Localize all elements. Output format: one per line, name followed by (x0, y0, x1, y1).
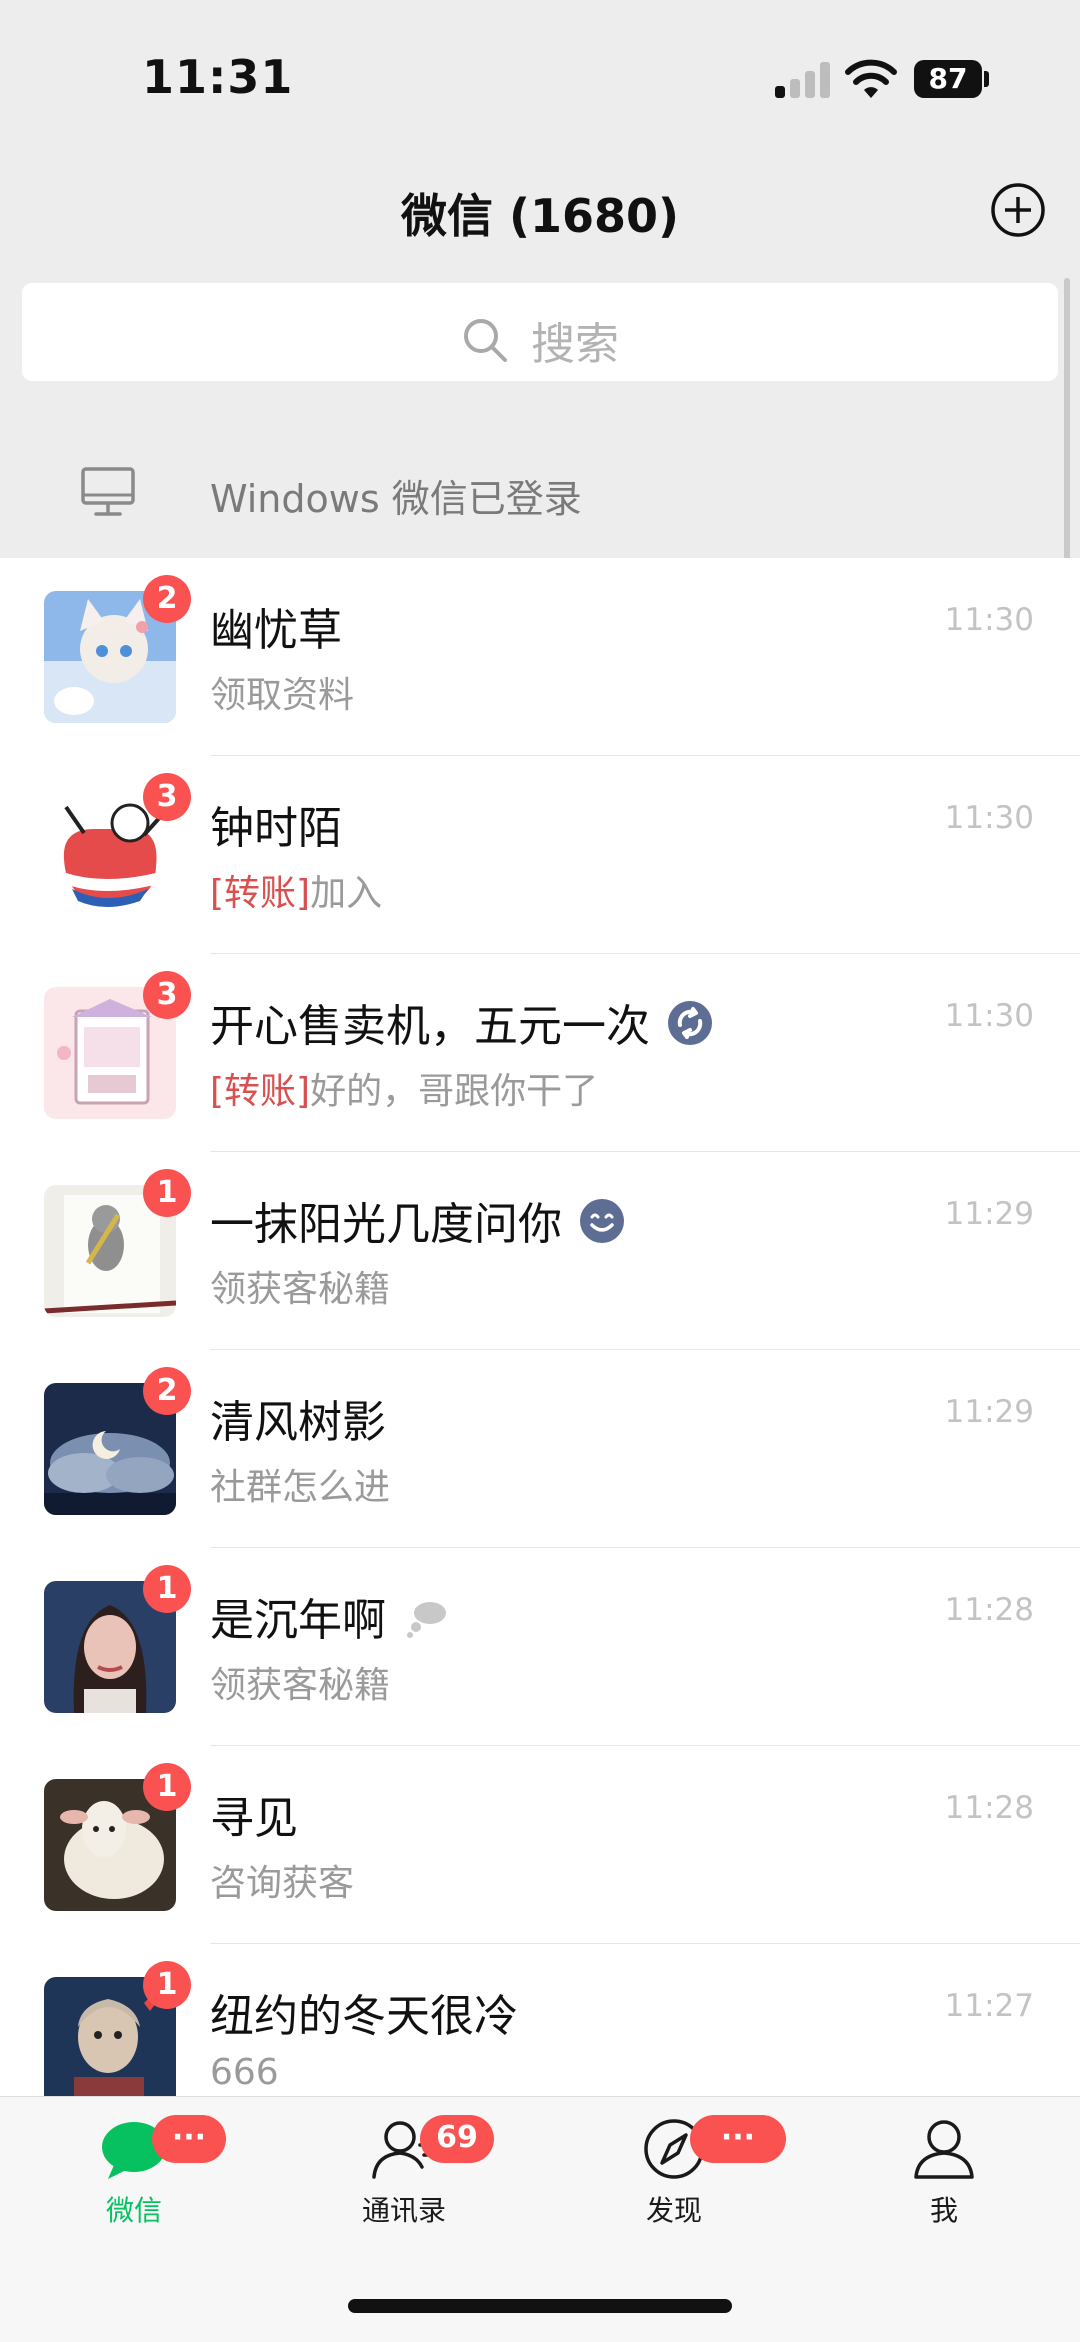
tab-me[interactable]: 我 (844, 2117, 1044, 2257)
chat-time: 11:30 (944, 998, 1034, 1034)
tab-contacts[interactable]: 通讯录 69 (304, 2115, 504, 2257)
chat-name: 寻见 (210, 1793, 298, 1844)
tab-discover[interactable]: 发现 ··· (574, 2115, 786, 2257)
chat-preview: [转账]加入 (210, 864, 382, 916)
chat-preview: 咨询获客 (210, 1854, 354, 1906)
chat-name: 一抹阳光几度问你 (210, 1188, 626, 1252)
chat-name: 是沉年啊 (210, 1584, 450, 1648)
chat-name-text: 开心售卖机，五元一次 (210, 1001, 650, 1052)
desktop-login-notice[interactable]: Windows 微信已登录 (0, 430, 1080, 558)
preview-text: 666 (210, 2052, 279, 2093)
transfer-tag: [转账] (210, 873, 311, 914)
refresh-badge-icon (668, 1001, 712, 1045)
thought-cloud-icon (407, 1602, 446, 1638)
smile-emoji-icon (580, 1199, 624, 1243)
chat-time: 11:27 (944, 1988, 1034, 2024)
search-placeholder: 搜索 (531, 319, 619, 370)
chat-name: 清风树影 (210, 1397, 386, 1448)
chat-time: 11:30 (944, 602, 1034, 638)
chat-row[interactable]: 1 寻见 咨询获客 11:28 (0, 1746, 1080, 1944)
wifi-icon (845, 59, 897, 98)
unread-badge: 1 (143, 1961, 191, 2009)
unread-badge: 2 (143, 575, 191, 623)
chat-time: 11:29 (944, 1196, 1034, 1232)
tab-chats[interactable]: 微信 ··· (34, 2115, 234, 2257)
tab-badge: 69 (420, 2115, 494, 2163)
preview-text: 领获客秘籍 (210, 1665, 391, 1706)
chat-preview: 领获客秘籍 (210, 1260, 390, 1312)
chat-name-text: 是沉年啊 (210, 1595, 386, 1646)
chat-preview: 666 (210, 2052, 279, 2093)
tab-badge: ··· (690, 2115, 786, 2163)
chat-row[interactable]: 1 一抹阳光几度问你 领获客秘籍 11:29 (0, 1152, 1080, 1350)
preview-text: 社群怎么进 (210, 1467, 391, 1508)
transfer-tag: [转账] (210, 1071, 311, 1112)
unread-badge: 1 (143, 1565, 191, 1613)
preview-text: 领取资料 (210, 675, 355, 716)
page-title: 微信 (1680) (400, 189, 680, 243)
signal-icon (775, 62, 831, 98)
tab-label: 发现 (645, 2194, 702, 2227)
chat-name: 钟时陌 (210, 803, 342, 854)
person-icon (914, 2120, 974, 2179)
chat-name-text: 一抹阳光几度问你 (210, 1199, 562, 1250)
chat-preview: [转账]好的，哥跟你干了 (210, 1062, 598, 1114)
search-icon (464, 319, 507, 362)
status-time: 11:31 (142, 50, 294, 104)
chat-name: 开心售卖机，五元一次 (210, 990, 714, 1054)
chat-time: 11:29 (944, 1394, 1034, 1430)
chat-row[interactable]: 2 幽忧草 领取资料 11:30 (0, 558, 1080, 756)
chat-name: 纽约的冬天很冷 (210, 1991, 518, 2042)
chat-time: 11:28 (944, 1592, 1034, 1628)
nav-bar: 微信 (1680) (0, 160, 1080, 260)
chat-name: 幽忧草 (210, 605, 342, 656)
add-circle-icon[interactable] (990, 182, 1046, 238)
desktop-computer-icon (81, 467, 135, 516)
unread-badge: 3 (143, 971, 191, 1019)
search-bar[interactable]: 搜索 (22, 283, 1058, 381)
chat-row[interactable]: 2 清风树影 社群怎么进 11:29 (0, 1350, 1080, 1548)
chat-row[interactable]: 3 开心售卖机，五元一次 [转账]好的，哥跟你干了 11:30 (0, 954, 1080, 1152)
chat-row[interactable]: 1 纽约的冬天很冷 666 11:27 (0, 1944, 1080, 2096)
battery-tip (984, 71, 989, 87)
preview-text: 咨询获客 (210, 1863, 355, 1904)
chat-list: 2 幽忧草 领取资料 11:30 3 钟时陌 [转账]加入 11:30 3 开心… (0, 558, 1080, 2096)
battery-indicator: 87 (914, 60, 982, 98)
preview-text: 加入 (310, 873, 383, 914)
tab-label: 我 (929, 2194, 958, 2227)
status-bar: 11:31 87 (0, 0, 1080, 130)
unread-badge: 2 (143, 1367, 191, 1415)
home-indicator[interactable] (348, 2299, 732, 2313)
login-notice-text: Windows 微信已登录 (210, 477, 582, 521)
unread-badge: 3 (143, 773, 191, 821)
chat-preview: 社群怎么进 (210, 1458, 390, 1510)
chat-preview: 领取资料 (210, 666, 354, 718)
chat-row[interactable]: 3 钟时陌 [转账]加入 11:30 (0, 756, 1080, 954)
unread-badge: 1 (143, 1763, 191, 1811)
preview-text: 好的，哥跟你干了 (310, 1071, 599, 1112)
chat-time: 11:28 (944, 1790, 1034, 1826)
tab-label: 微信 (105, 2194, 162, 2227)
chat-time: 11:30 (944, 800, 1034, 836)
tab-badge: ··· (152, 2115, 226, 2163)
preview-text: 领获客秘籍 (210, 1269, 391, 1310)
unread-badge: 1 (143, 1169, 191, 1217)
chat-row[interactable]: 1 是沉年啊 领获客秘籍 11:28 (0, 1548, 1080, 1746)
tab-label: 通讯录 (361, 2194, 446, 2227)
chat-preview: 领获客秘籍 (210, 1656, 390, 1708)
